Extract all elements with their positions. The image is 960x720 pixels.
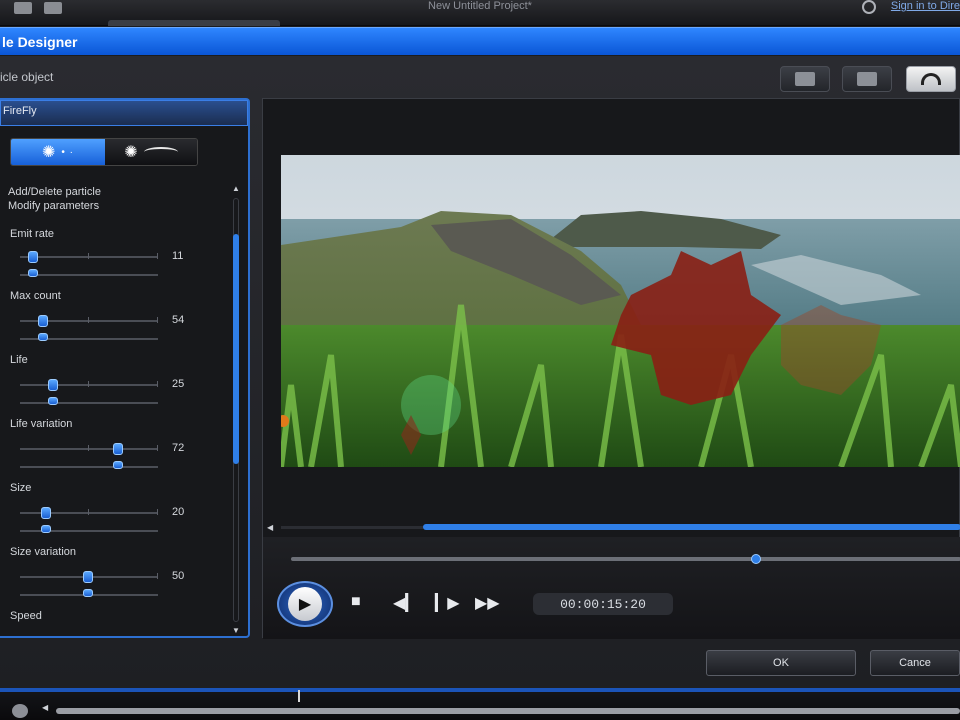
particle-dots-icon: • ·: [61, 146, 74, 158]
particle-path-icon: ✺: [124, 144, 138, 161]
copy-icon: [795, 72, 815, 86]
param-label: Emit rate: [10, 228, 55, 240]
play-icon: ▶: [298, 596, 312, 613]
param-value: 11: [172, 250, 184, 262]
copy-button[interactable]: [780, 66, 830, 92]
parameter-list: Add/Delete particle Modify parameters Em…: [0, 184, 228, 630]
particle-burst-icon: ✺: [41, 144, 56, 161]
scroll-left-icon[interactable]: ◀: [42, 703, 48, 712]
timecode-display: 00:00:15:20: [533, 593, 673, 615]
slider-track-secondary[interactable]: [20, 397, 158, 405]
slider-thumb[interactable]: [38, 315, 48, 327]
particle-settings-panel: FireFly ✺ • · ✺ Add/Delete particle Modi…: [0, 98, 250, 638]
seek-bar[interactable]: [291, 554, 960, 564]
param-label: Life: [10, 354, 28, 366]
slider-track[interactable]: [20, 379, 158, 391]
scroll-left-icon[interactable]: ◀: [267, 523, 273, 532]
fast-forward-icon[interactable]: ▶▶: [475, 593, 500, 613]
dialog-subtitle: icle object: [0, 70, 54, 84]
mode-toggle: ✺ • · ✺: [10, 138, 198, 166]
path-curve-icon: [143, 147, 178, 157]
scroll-up-icon[interactable]: ▲: [231, 184, 241, 194]
param-value: 20: [172, 506, 185, 518]
preview-frame: [281, 155, 960, 467]
undo-button[interactable]: [906, 66, 956, 92]
slider-track-secondary[interactable]: [20, 461, 158, 469]
slider-thumb[interactable]: [41, 525, 51, 533]
param-value: 25: [172, 378, 185, 390]
scroll-down-icon[interactable]: ▼: [231, 626, 241, 636]
slider-thumb[interactable]: [48, 379, 58, 391]
top-tab-strip[interactable]: [108, 20, 280, 26]
duplicate-button[interactable]: [842, 66, 892, 92]
slider-track-secondary[interactable]: [20, 589, 158, 597]
slider-thumb[interactable]: [113, 443, 123, 455]
slider-thumb[interactable]: [28, 251, 38, 263]
slider-track[interactable]: [20, 315, 158, 327]
slider-track-secondary[interactable]: [20, 269, 158, 277]
slider-track[interactable]: [20, 507, 158, 519]
slider-track-secondary[interactable]: [20, 525, 158, 533]
slider-thumb[interactable]: [83, 571, 93, 583]
param-label: Speed: [10, 610, 42, 622]
video-preview: [281, 155, 960, 467]
particle-burst-mode-button[interactable]: ✺ • ·: [11, 139, 105, 165]
timeline-scrollbar[interactable]: [56, 708, 960, 714]
slider-track[interactable]: [20, 443, 158, 455]
param-label: Size variation: [10, 546, 77, 558]
timeline-track[interactable]: [0, 688, 960, 692]
ok-button[interactable]: OK: [706, 650, 856, 676]
duplicate-icon: [857, 72, 877, 86]
eye-icon[interactable]: [12, 704, 28, 718]
object-name-field[interactable]: FireFly: [0, 100, 248, 126]
particle-path-mode-button[interactable]: ✺: [105, 139, 197, 165]
scroll-thumb[interactable]: [233, 234, 239, 464]
dialog-body: icle object FireFly ✺ • · ✺ Add/Delete p…: [0, 56, 960, 688]
preview-horizontal-scrollbar[interactable]: ◀: [267, 523, 960, 533]
slider-track-secondary[interactable]: [20, 333, 158, 341]
sign-in-link[interactable]: Sign in to Dire: [891, 0, 960, 12]
stop-icon[interactable]: ■: [351, 593, 361, 611]
menu-item-add-delete-particle[interactable]: Add/Delete particle: [8, 186, 101, 198]
slider-thumb[interactable]: [48, 397, 58, 405]
param-value: 50: [172, 570, 185, 582]
menu-item-modify-parameters[interactable]: Modify parameters: [8, 200, 99, 212]
param-value: 72: [172, 442, 185, 454]
previous-frame-icon[interactable]: ◀▎: [393, 593, 418, 613]
dialog-title-bar: le Designer: [0, 27, 960, 55]
project-title: New Untitled Project*: [428, 0, 532, 12]
next-frame-icon[interactable]: ▎▶: [435, 593, 460, 613]
scroll-thumb[interactable]: [423, 524, 960, 530]
timeline-strip: ◀: [0, 688, 960, 720]
param-label: Size: [10, 482, 32, 494]
slider-track[interactable]: [20, 251, 158, 263]
param-label: Max count: [10, 290, 61, 302]
slider-thumb[interactable]: [38, 333, 48, 341]
param-scrollbar[interactable]: ▲ ▼: [230, 184, 242, 636]
seek-handle[interactable]: [751, 554, 761, 564]
slider-thumb[interactable]: [28, 269, 38, 277]
slider-thumb[interactable]: [41, 507, 51, 519]
slider-thumb[interactable]: [113, 461, 123, 469]
app-top-bar: New Untitled Project* Sign in to Dire: [0, 0, 960, 26]
playback-controls: ▶ ■ ◀▎ ▎▶ ▶▶ 00:00:15:20: [263, 537, 960, 639]
cancel-button[interactable]: Cance: [870, 650, 960, 676]
slider-thumb[interactable]: [83, 589, 93, 597]
dialog-title: le Designer: [2, 34, 78, 50]
undo-icon: [921, 73, 941, 85]
param-value: 54: [172, 314, 185, 326]
timeline-marker[interactable]: [298, 690, 300, 702]
preview-panel: ◀ ▶ ■ ◀▎ ▎▶ ▶▶ 00:00:15:20: [262, 98, 960, 639]
param-label: Life variation: [10, 418, 73, 430]
play-button[interactable]: ▶: [277, 581, 333, 627]
power-icon[interactable]: [862, 0, 876, 14]
slider-track[interactable]: [20, 571, 158, 583]
